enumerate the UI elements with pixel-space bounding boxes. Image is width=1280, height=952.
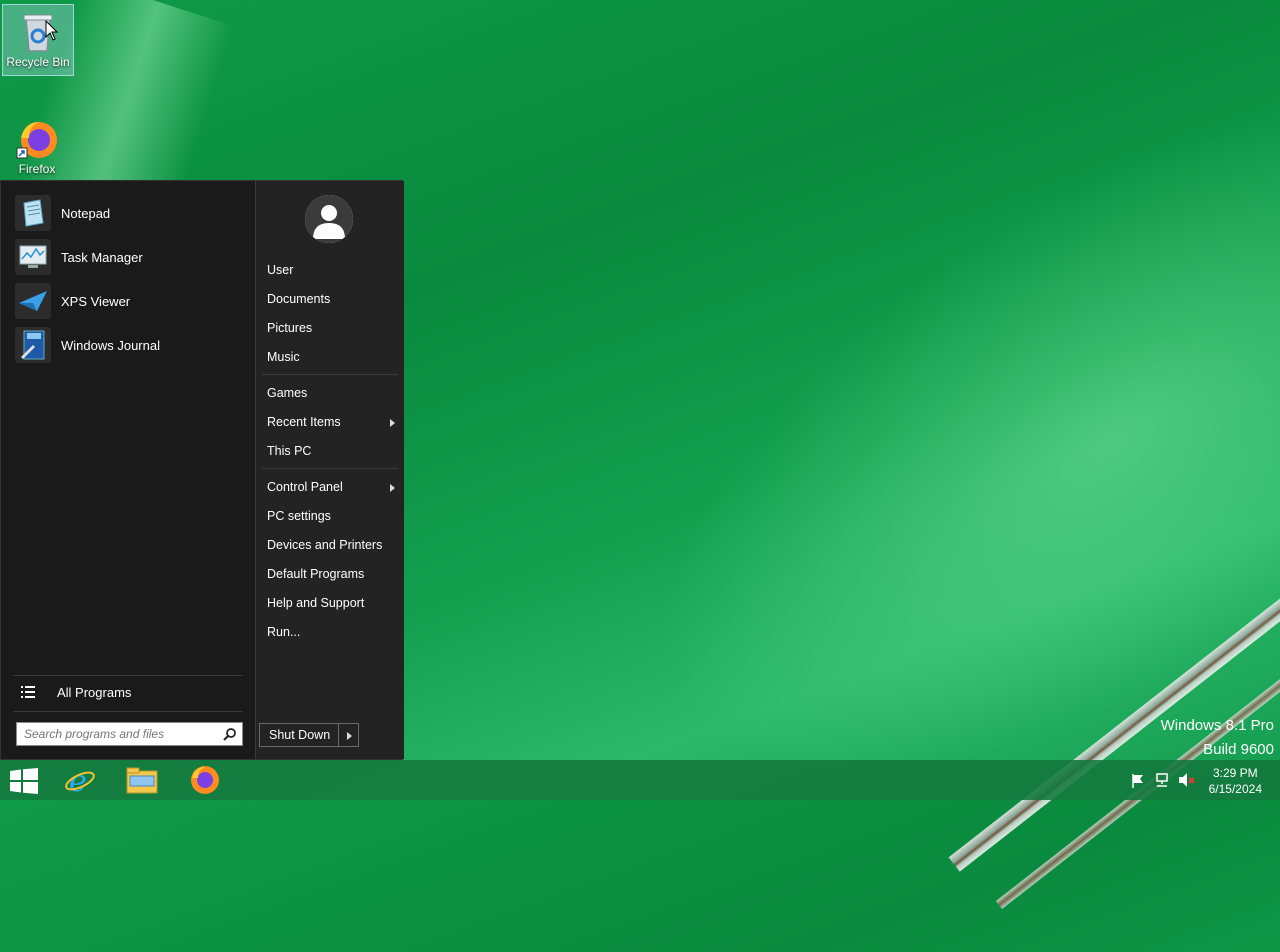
places-item-run[interactable]: Run...: [267, 625, 300, 639]
shutdown-button-group: Shut Down: [259, 723, 359, 747]
control-panel-label: Control Panel: [267, 480, 343, 494]
search-input[interactable]: [17, 723, 214, 745]
places-item-games[interactable]: Games: [267, 386, 307, 400]
watermark-build: Build 9600: [1203, 741, 1274, 758]
submenu-arrow-icon: [390, 484, 395, 492]
program-item-notepad[interactable]: Notepad: [13, 193, 249, 235]
mouse-cursor-icon: [45, 20, 59, 41]
volume-muted-icon[interactable]: [1178, 772, 1196, 788]
user-avatar[interactable]: [305, 195, 353, 243]
taskbar-firefox[interactable]: [176, 760, 234, 800]
start-button[interactable]: [0, 760, 58, 800]
action-center-flag-icon[interactable]: [1130, 773, 1146, 789]
desktop-icon-label: Firefox: [18, 162, 56, 176]
submenu-arrow-icon: [390, 419, 395, 427]
desktop-icon-label: Recycle Bin: [6, 55, 70, 69]
xps-viewer-icon: [15, 283, 51, 319]
places-item-default-programs[interactable]: Default Programs: [267, 567, 364, 581]
program-label: Windows Journal: [61, 338, 160, 353]
program-label: XPS Viewer: [61, 294, 131, 309]
internet-explorer-icon: e: [65, 764, 95, 796]
places-item-pictures[interactable]: Pictures: [267, 321, 312, 335]
desktop-icon-firefox[interactable]: Firefox: [2, 112, 72, 182]
taskbar-clock[interactable]: 3:29 PM 6/15/2024: [1209, 765, 1262, 797]
program-item-task-manager[interactable]: Task Manager: [13, 237, 249, 279]
program-label: Task Manager: [61, 250, 143, 265]
clock-time: 3:29 PM: [1212, 766, 1258, 780]
program-item-windows-journal[interactable]: Windows Journal: [13, 325, 249, 367]
windows-logo-icon: [10, 768, 38, 794]
places-item-this-pc[interactable]: This PC: [267, 444, 311, 458]
divider: [262, 468, 398, 469]
start-menu-programs-pane: Notepad Task Manager XPS Viewer Windows …: [1, 181, 255, 759]
divider: [13, 711, 243, 712]
places-item-pc-settings[interactable]: PC settings: [267, 509, 331, 523]
shutdown-button[interactable]: Shut Down: [269, 728, 330, 742]
places-item-help-and-support[interactable]: Help and Support: [267, 596, 364, 610]
firefox-icon: [15, 116, 59, 160]
divider: [262, 374, 398, 375]
network-icon[interactable]: [1154, 772, 1170, 788]
start-menu: Notepad Task Manager XPS Viewer Windows …: [0, 180, 404, 760]
windows-journal-icon: [15, 327, 51, 363]
places-item-control-panel[interactable]: Control Panel: [267, 480, 395, 494]
notepad-icon: [15, 195, 51, 231]
list-icon: [21, 686, 35, 698]
divider: [13, 675, 243, 676]
taskbar: e 3:29 PM 6/15/2024: [0, 760, 1280, 800]
task-manager-icon: [15, 239, 51, 275]
all-programs-button[interactable]: All Programs: [15, 681, 245, 705]
program-item-xps-viewer[interactable]: XPS Viewer: [13, 281, 249, 323]
program-label: Notepad: [61, 206, 111, 221]
taskbar-internet-explorer[interactable]: e: [52, 760, 110, 800]
recent-items-label: Recent Items: [267, 415, 341, 429]
os-watermark: Windows 8.1 Pro Build 9600: [1161, 714, 1274, 762]
shutdown-options-arrow-icon[interactable]: [347, 732, 352, 740]
places-item-devices-and-printers[interactable]: Devices and Printers: [267, 538, 382, 552]
search-box[interactable]: [16, 722, 243, 746]
user-silhouette-icon: [305, 195, 353, 243]
firefox-icon: [191, 766, 219, 794]
watermark-edition: Windows 8.1 Pro: [1160, 717, 1274, 734]
desktop-icon-recycle-bin[interactable]: Recycle Bin: [2, 4, 74, 76]
start-menu-places-pane: User Documents Pictures Music Games Rece…: [255, 181, 404, 759]
places-item-recent-items[interactable]: Recent Items: [267, 415, 395, 429]
places-item-music[interactable]: Music: [267, 350, 300, 364]
file-explorer-icon: [126, 767, 158, 794]
places-item-user[interactable]: User: [267, 263, 293, 277]
all-programs-label: All Programs: [57, 685, 132, 700]
clock-date: 6/15/2024: [1208, 782, 1262, 796]
places-item-documents[interactable]: Documents: [267, 292, 330, 306]
taskbar-file-explorer[interactable]: [114, 760, 172, 800]
search-icon[interactable]: [223, 728, 236, 741]
